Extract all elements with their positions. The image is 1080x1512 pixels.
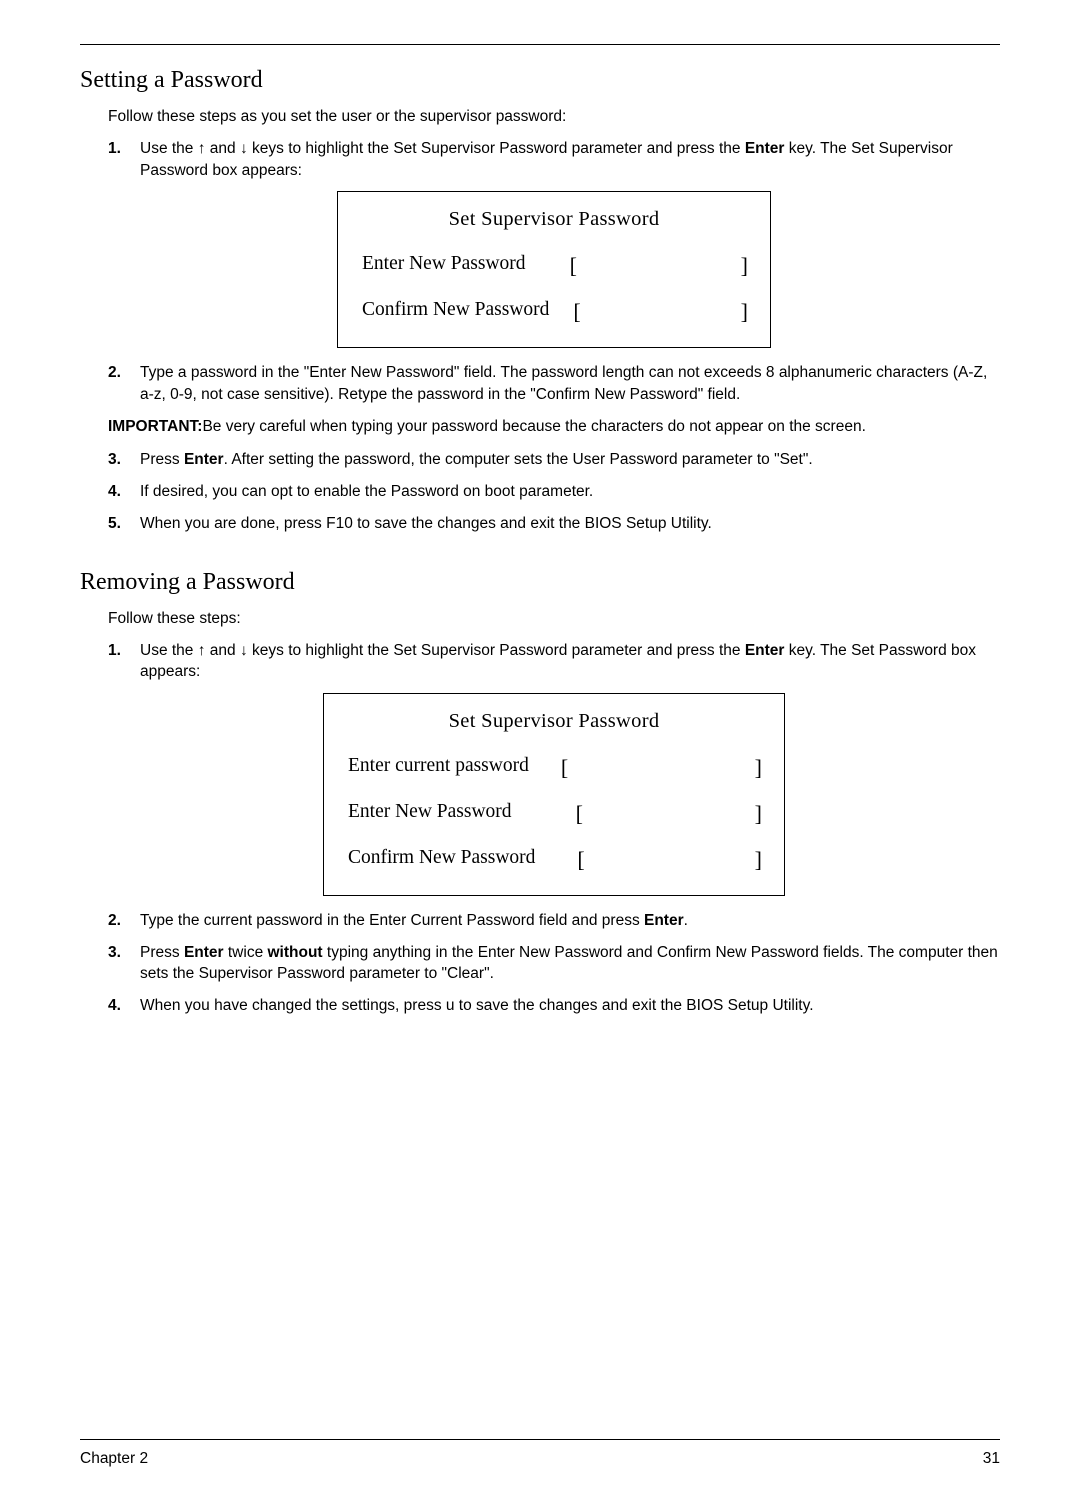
heading-removing-password: Removing a Password	[80, 569, 1000, 596]
bios-dialog-title: Set Supervisor Password	[346, 710, 762, 733]
bracket-right: ]	[741, 253, 748, 279]
step-number: 5.	[108, 513, 140, 535]
bracket-left: [	[573, 299, 580, 325]
bios-row-confirm-new: Confirm New Password [ ]	[346, 847, 762, 873]
enter-key: Enter	[745, 140, 785, 157]
step-number: 3.	[108, 942, 140, 985]
bios-row-confirm-new: Confirm New Password [ ]	[360, 299, 748, 325]
step-number: 1.	[108, 138, 140, 181]
step-text: Type the current password in the Enter C…	[140, 910, 1000, 932]
heading-setting-password: Setting a Password	[80, 67, 1000, 94]
bios-label: Enter current password	[348, 755, 529, 781]
section1-step-5: 5. When you are done, press F10 to save …	[108, 513, 1000, 535]
section1-body: Follow these steps as you set the user o…	[80, 108, 1000, 535]
section2-step-3: 3. Press Enter twice without typing anyt…	[108, 942, 1000, 985]
down-arrow-icon: ↓	[240, 642, 248, 659]
bios-row-enter-new: Enter New Password [ ]	[346, 801, 762, 827]
step-number: 4.	[108, 995, 140, 1017]
section2-step-2: 2. Type the current password in the Ente…	[108, 910, 1000, 932]
bios-dialog-remove: Set Supervisor Password Enter current pa…	[323, 693, 785, 896]
step-text: Type a password in the "Enter New Passwo…	[140, 362, 1000, 405]
section2-steps: 1. Use the ↑ and ↓ keys to highlight the…	[108, 640, 1000, 683]
header-rule	[80, 44, 1000, 45]
bios-row-enter-new: Enter New Password [ ]	[360, 253, 748, 279]
step-number: 3.	[108, 449, 140, 471]
section2-step-1: 1. Use the ↑ and ↓ keys to highlight the…	[108, 640, 1000, 683]
step-text: When you are done, press F10 to save the…	[140, 513, 1000, 535]
enter-key: Enter	[745, 642, 785, 659]
footer-chapter: Chapter 2	[80, 1450, 148, 1468]
important-label: IMPORTANT:	[108, 416, 202, 438]
bios-label: Confirm New Password	[362, 299, 549, 325]
bracket-left: [	[577, 847, 584, 873]
bracket-left: [	[570, 253, 577, 279]
section1-intro: Follow these steps as you set the user o…	[108, 108, 1000, 126]
bracket-left: [	[576, 801, 583, 827]
bracket-right: ]	[755, 755, 762, 781]
page-footer: Chapter 2 31	[80, 1439, 1000, 1468]
bios-dialog-set: Set Supervisor Password Enter New Passwo…	[337, 191, 771, 348]
step-text: If desired, you can opt to enable the Pa…	[140, 481, 1000, 503]
footer-page-number: 31	[983, 1450, 1000, 1468]
section2-steps-cont: 2. Type the current password in the Ente…	[108, 910, 1000, 1017]
section1-steps: 1. Use the ↑ and ↓ keys to highlight the…	[108, 138, 1000, 181]
section1-step-4: 4. If desired, you can opt to enable the…	[108, 481, 1000, 503]
enter-key: Enter	[184, 944, 224, 961]
enter-key: Enter	[644, 912, 684, 929]
bios-label: Enter New Password	[362, 253, 526, 279]
step-number: 1.	[108, 640, 140, 683]
bios-dialog-title: Set Supervisor Password	[360, 208, 748, 231]
bios-label: Confirm New Password	[348, 847, 535, 873]
bracket-right: ]	[755, 847, 762, 873]
bracket-left: [	[561, 755, 568, 781]
section2-body: Follow these steps: 1. Use the ↑ and ↓ k…	[80, 610, 1000, 1017]
step-text: Press Enter twice without typing anythin…	[140, 942, 1000, 985]
step-text: When you have changed the settings, pres…	[140, 995, 1000, 1017]
step-number: 2.	[108, 910, 140, 932]
bios-label: Enter New Password	[348, 801, 512, 827]
section2-intro: Follow these steps:	[108, 610, 1000, 628]
section2-step-4: 4. When you have changed the settings, p…	[108, 995, 1000, 1017]
section1-step-1: 1. Use the ↑ and ↓ keys to highlight the…	[108, 138, 1000, 181]
enter-key: Enter	[184, 451, 224, 468]
bracket-right: ]	[741, 299, 748, 325]
section1-steps-cont: 2. Type a password in the "Enter New Pas…	[108, 362, 1000, 405]
step-text: Press Enter. After setting the password,…	[140, 449, 1000, 471]
section1-step-2: 2. Type a password in the "Enter New Pas…	[108, 362, 1000, 405]
step-text: Use the ↑ and ↓ keys to highlight the Se…	[140, 640, 1000, 683]
section1-step-3: 3. Press Enter. After setting the passwo…	[108, 449, 1000, 471]
important-text: Be very careful when typing your passwor…	[202, 416, 865, 438]
step-text: Use the ↑ and ↓ keys to highlight the Se…	[140, 138, 1000, 181]
section1-steps-rest: 3. Press Enter. After setting the passwo…	[108, 449, 1000, 534]
step-number: 4.	[108, 481, 140, 503]
bios-row-current: Enter current password [ ]	[346, 755, 762, 781]
important-note: IMPORTANT:Be very careful when typing yo…	[108, 416, 1000, 438]
step-number: 2.	[108, 362, 140, 405]
footer-rule	[80, 1439, 1000, 1440]
bracket-right: ]	[755, 801, 762, 827]
without-bold: without	[268, 944, 323, 961]
down-arrow-icon: ↓	[240, 140, 248, 157]
